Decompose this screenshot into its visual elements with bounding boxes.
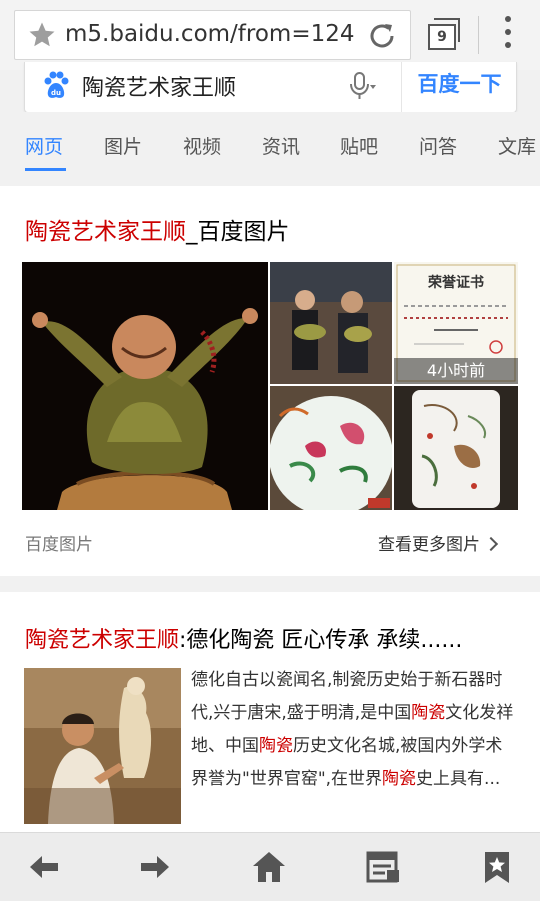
chevron-right-icon [483,536,499,552]
search-box: du 陶瓷艺术家王顺 百度一下 [24,62,517,113]
title-rest: _百度图片 [186,219,290,245]
microphone-icon[interactable] [345,70,377,102]
snippet-part: 史上具有... [416,769,501,789]
result-thumbnail[interactable] [24,668,181,824]
result-title-rest: :德化陶瓷 匠心传承 承续...... [179,628,463,653]
svg-text:du: du [51,89,61,97]
snippet-highlight: 陶瓷 [411,703,446,723]
image-thumb-figurine[interactable] [22,262,268,510]
image-thumb-ceramic-jar[interactable] [270,386,392,510]
search-button[interactable]: 百度一下 [401,62,517,112]
tab-tieba[interactable]: 贴吧 [340,132,378,159]
bookmark-star-icon[interactable] [479,850,515,884]
tabs-icon[interactable]: 9 [428,18,462,50]
tab-web[interactable]: 网页 [25,132,63,159]
home-icon[interactable] [251,850,287,884]
search-tabs: 网页 图片 视频 资讯 贴吧 问答 文库 [0,112,540,172]
image-grid: 荣誉证书 4小时前 [22,262,518,510]
image-result-card: 陶瓷艺术家王顺_百度图片 荣誉证书 4小时前 百度图片 查看更多图片 [0,186,540,576]
web-result-card: 陶瓷艺术家王顺:德化陶瓷 匠心传承 承续...... 德化自古以瓷闻名,制瓷历史… [0,592,540,832]
back-arrow-icon[interactable] [26,850,62,884]
image-thumb-award-photo[interactable] [270,262,392,384]
search-input[interactable]: 陶瓷艺术家王顺 [82,70,236,102]
browser-toolbar: m5.baidu.com/from=124n/ 9 [0,0,540,70]
snippet-highlight: 陶瓷 [259,736,293,756]
reader-mode-icon[interactable] [365,850,401,884]
image-card-title[interactable]: 陶瓷艺术家王顺_百度图片 [25,212,290,246]
image-source-label: 百度图片 [25,535,93,555]
tab-news[interactable]: 资讯 [262,132,300,159]
image-thumb-painted-vase[interactable] [394,386,518,510]
overflow-menu-icon[interactable] [500,16,516,54]
toolbar-divider [478,16,479,54]
result-title-highlight: 陶瓷艺术家王顺 [25,628,180,653]
image-thumb-certificate[interactable]: 荣誉证书 4小时前 [394,262,518,384]
reload-icon[interactable] [366,20,398,52]
browser-bottom-bar [0,832,540,901]
snippet-highlight: 陶瓷 [382,769,417,789]
more-images-link[interactable]: 查看更多图片 [378,530,499,555]
tab-images[interactable]: 图片 [104,132,142,159]
tab-library[interactable]: 文库 [498,132,536,159]
result-title-link[interactable]: 陶瓷艺术家王顺:德化陶瓷 匠心传承 承续...... [25,622,462,654]
time-badge: 4小时前 [394,358,518,384]
address-bar[interactable]: m5.baidu.com/from=124n/ [14,10,411,60]
title-highlight: 陶瓷艺术家王顺 [25,219,186,245]
result-snippet: 德化自古以瓷闻名,制瓷历史始于新石器时代,兴于唐宋,盛于明清,是中国陶瓷文化发祥… [191,664,517,796]
url-text[interactable]: m5.baidu.com/from=124n/ [65,21,355,47]
forward-arrow-icon[interactable] [137,850,173,884]
tab-qa[interactable]: 问答 [419,132,457,159]
baidu-paw-icon: du [44,71,69,98]
more-images-label: 查看更多图片 [378,535,480,555]
active-tab-indicator [25,168,66,171]
tab-count: 9 [428,24,456,50]
tab-videos[interactable]: 视频 [183,132,221,159]
star-icon[interactable] [27,20,57,50]
